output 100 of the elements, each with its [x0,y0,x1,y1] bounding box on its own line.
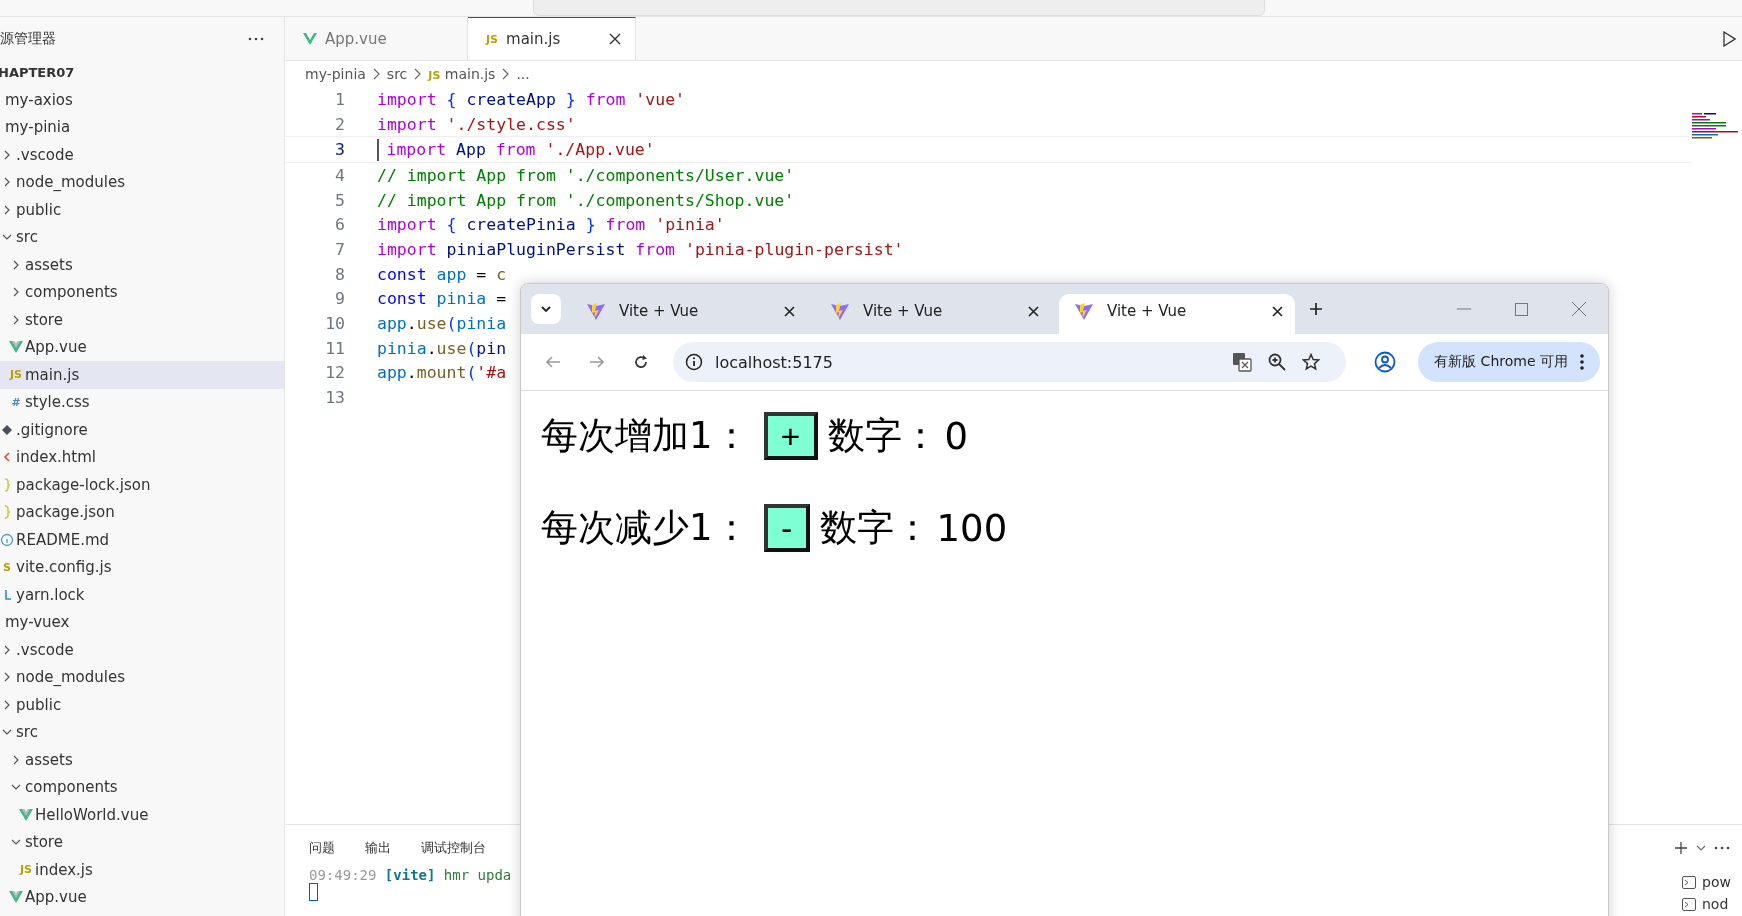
address-bar[interactable]: localhost:5175 [673,342,1347,382]
tab-label: main.js [506,30,561,48]
tree-item[interactable]: .vscode [0,636,284,664]
file-type-icon: # [11,395,21,409]
tree-item[interactable]: public [0,196,284,224]
counter-label: 每次减少1： [541,505,750,551]
counter-button[interactable]: + [763,412,818,460]
line-number: 11 [324,338,345,358]
diamond-icon [1,423,13,436]
chevron-down-icon[interactable] [1696,844,1706,852]
tree-item[interactable]: store [0,828,284,856]
more-icon[interactable] [248,36,264,41]
forward-icon[interactable] [589,355,605,369]
browser-tab[interactable]: Vite + Vue [815,294,1051,334]
panel-tab[interactable]: 调试控制台 [421,839,486,857]
tree-item[interactable]: assets [0,746,284,774]
line-number: 5 [334,190,345,210]
code-line: pinia.use(pin [377,338,507,358]
zoom-icon[interactable] [1268,353,1287,371]
close-icon[interactable] [1028,305,1039,317]
file-type-icon: S [3,560,11,574]
tree-item[interactable]: JS index.js [0,856,284,884]
kebab-menu-icon [1580,354,1584,370]
tree-item[interactable]: my-pinia [0,113,284,141]
tree-item[interactable]: App.vue [0,883,284,911]
more-icon[interactable] [1714,846,1730,850]
breadcrumb-item[interactable]: my-pinia [305,66,366,82]
tree-item[interactable]: node_modules [0,168,284,196]
chevron-right-icon [501,68,511,80]
breadcrumb-item[interactable]: ... [516,66,530,82]
tree-item[interactable]: node_modules [0,663,284,691]
line-number: 2 [334,114,345,134]
breadcrumb-item[interactable]: src [386,66,408,82]
tree-item[interactable]: JS main.js [0,361,284,389]
terminal-item[interactable]: pow [1682,871,1742,893]
tree-item[interactable]: my-vuex [0,608,284,636]
tree-item[interactable]: # style.css [0,388,284,416]
maximize-icon[interactable] [1515,302,1528,316]
terminal-item[interactable]: nod [1682,893,1742,915]
close-icon[interactable] [609,33,621,45]
vite-logo [831,302,849,320]
tab-label: App.vue [325,29,387,48]
tab-search-button[interactable] [531,294,561,324]
tree-item[interactable]: components [0,773,284,801]
panel-tab[interactable]: 输出 [365,839,391,857]
tree-item[interactable]: assets [0,251,284,279]
counter-button[interactable]: - [763,504,810,552]
vue-icon [9,341,23,354]
vite-logo [1075,302,1093,320]
translate-icon[interactable] [1232,352,1253,372]
tree-item[interactable]: README.md [0,526,284,554]
info-icon [685,353,703,371]
back-icon[interactable] [545,355,561,369]
star-icon[interactable] [1302,353,1321,371]
tab-title: Vite + Vue [1107,302,1187,320]
run-icon[interactable] [1722,30,1736,47]
tree-item[interactable]: HelloWorld.vue [0,801,284,829]
tree-item[interactable]: yarn.lock [0,581,284,609]
vue-icon [303,32,317,45]
tree-item[interactable]: src [0,223,284,251]
panel-tab[interactable]: 问题 [309,839,335,857]
tree-item[interactable]: components [0,278,284,306]
line-number: 9 [334,289,345,309]
file-type-icon: JS [10,368,22,382]
workspace-title[interactable]: HAPTER07 [0,60,284,86]
count-value: 0 [944,414,969,458]
terminal-cursor [309,883,318,901]
tree-item[interactable]: src [0,718,284,746]
breadcrumb-item[interactable]: JS main.js [428,66,496,82]
profile-icon[interactable] [1374,351,1397,373]
code-line: // import App from './components/Shop.vue' [377,190,795,210]
vue-icon [9,891,23,904]
reload-icon[interactable] [633,354,649,370]
line-number: 12 [324,363,345,383]
line-number: 7 [334,239,345,259]
new-tab-icon[interactable] [1309,302,1323,316]
vite-logo [587,302,605,320]
code-line: app.use(pinia [377,314,507,334]
chevron-right-icon [371,68,381,80]
tree-item[interactable]: .gitignore [0,416,284,444]
line-number: 4 [334,165,345,185]
tree-item[interactable]: my-axios [0,86,284,114]
add-icon[interactable] [1674,841,1688,855]
tree-item[interactable]: S vite.config.js [0,553,284,581]
browser-tab[interactable]: Vite + Vue [1059,294,1295,334]
tree-item[interactable]: public [0,691,284,719]
update-button[interactable]: 有新版 Chrome 可用 [1418,342,1600,382]
browser-tab[interactable]: Vite + Vue [571,294,807,334]
tree-item[interactable]: package-lock.json [0,471,284,499]
editor-tab[interactable]: JS main.js [468,17,636,60]
count-label: 数字： [819,505,931,551]
close-icon[interactable] [1272,305,1283,317]
tree-item[interactable]: App.vue [0,333,284,361]
tree-item[interactable]: .vscode [0,141,284,169]
chevron-right-icon [413,68,423,80]
minimap-drawing[interactable] [1692,113,1738,139]
close-icon[interactable] [784,305,795,317]
tree-item[interactable]: package.json [0,498,284,526]
tree-item[interactable]: index.html [0,443,284,471]
tree-item[interactable]: store [0,306,284,334]
